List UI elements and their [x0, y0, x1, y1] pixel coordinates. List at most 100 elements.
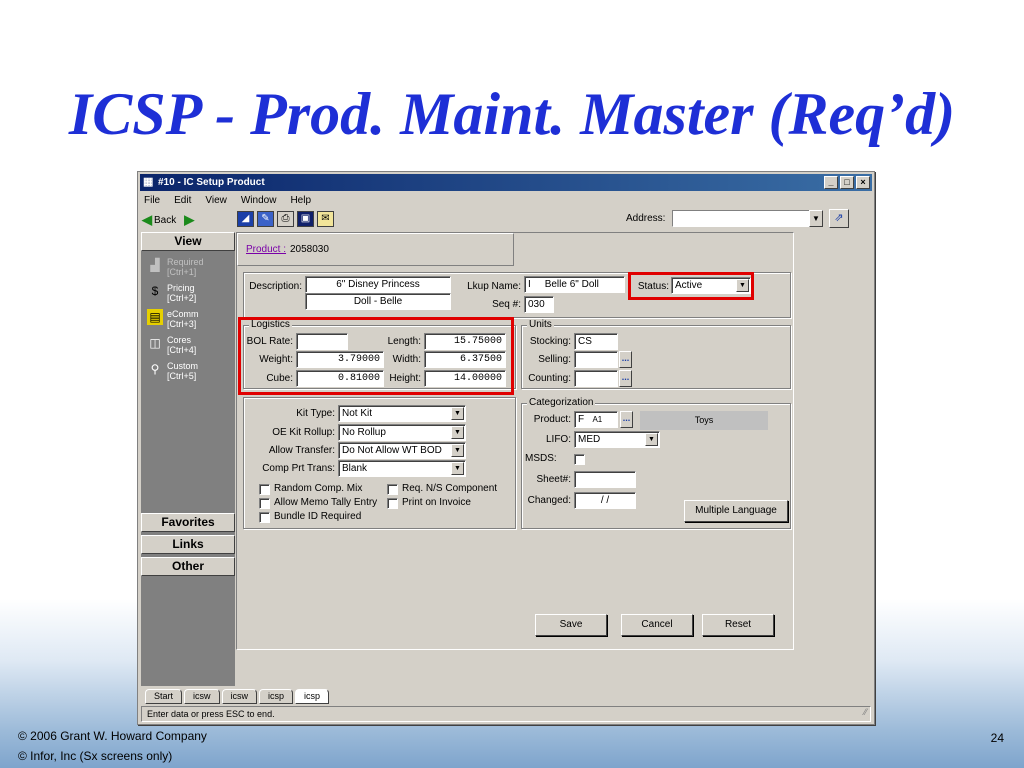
tab-favorites[interactable]: Favorites [141, 513, 235, 532]
menubar: File Edit View Window Help [142, 193, 313, 208]
allow-memo-tally-checkbox[interactable]: Allow Memo Tally Entry [259, 497, 377, 509]
product-number: 2058030 [290, 244, 329, 255]
description-line1[interactable]: 6" Disney Princess [305, 276, 451, 293]
task-tab-icsp-1[interactable]: icsp [259, 689, 294, 704]
chevron-down-icon[interactable]: ▼ [645, 433, 658, 446]
nav-item-cores[interactable]: ◫ Cores [Ctrl+4] [147, 335, 196, 355]
lookup-input[interactable]: I Belle 6" Doll [524, 276, 625, 293]
msds-checkbox[interactable] [574, 454, 585, 465]
window-title: #10 - IC Setup Product [158, 177, 265, 188]
print-on-invoice-checkbox[interactable]: Print on Invoice [387, 497, 471, 509]
print-icon[interactable]: ⎙ [277, 211, 294, 227]
selling-label: Selling: [538, 354, 571, 365]
nav-label: eComm [167, 309, 199, 319]
home-icon[interactable]: ◢ [237, 211, 254, 227]
multiple-language-button[interactable]: Multiple Language [684, 500, 788, 522]
nav-label: Cores [167, 335, 192, 345]
category-product-input[interactable]: F A1 [574, 411, 618, 428]
cancel-button[interactable]: Cancel [621, 614, 693, 636]
close-button[interactable]: × [856, 176, 870, 189]
screen-icon[interactable]: ▣ [297, 211, 314, 227]
chevron-down-icon[interactable]: ▼ [451, 462, 464, 475]
counting-input[interactable] [574, 370, 618, 387]
task-tab-start[interactable]: Start [145, 689, 183, 704]
menu-edit[interactable]: Edit [172, 193, 193, 208]
status-bar: Enter data or press ESC to end. ⁄⁄ [141, 706, 871, 722]
comp-prt-trans-label: Comp Prt Trans: [262, 463, 335, 474]
seq-input[interactable]: 030 [524, 296, 554, 313]
back-button[interactable]: ◀ Back ▶ [142, 212, 194, 228]
lookup-prefix: I [528, 279, 531, 290]
address-input[interactable] [672, 210, 810, 227]
task-tabs: Start icsw icsw icsp icsp [141, 687, 871, 704]
stocking-label: Stocking: [529, 336, 571, 347]
checkbox-box [259, 497, 270, 509]
kit-type-select[interactable]: Not Kit ▼ [338, 405, 466, 422]
checkbox-label: Print on Invoice [402, 497, 471, 508]
bundle-id-required-checkbox[interactable]: Bundle ID Required [259, 511, 361, 523]
reset-button[interactable]: Reset [702, 614, 774, 636]
custom-icon: ⚲ [150, 362, 160, 376]
categorization-legend: Categorization [527, 397, 596, 408]
product-link[interactable]: Product : [246, 244, 286, 255]
nav-item-required[interactable]: ▟ Required [Ctrl+1] [147, 257, 204, 277]
chevron-down-icon[interactable]: ▼ [451, 444, 464, 457]
lookup-label: Lkup Name: [467, 281, 521, 292]
forward-arrow-icon[interactable]: ▶ [184, 212, 194, 228]
chevron-down-icon[interactable]: ▼ [809, 210, 823, 227]
footer-copyright-2: © Infor, Inc (Sx screens only) [18, 749, 173, 763]
nav-shortcut: [Ctrl+5] [167, 371, 197, 381]
selling-input[interactable] [574, 351, 618, 368]
nav-label: Required [167, 257, 204, 267]
tab-other[interactable]: Other [141, 557, 235, 576]
window-titlebar[interactable]: ▦ #10 - IC Setup Product _ □ × [140, 174, 872, 191]
menu-file[interactable]: File [142, 193, 162, 208]
task-tab-icsw-1[interactable]: icsw [184, 689, 220, 704]
task-tab-icsp-2[interactable]: icsp [295, 689, 330, 704]
oe-kit-rollup-select[interactable]: No Rollup ▼ [338, 424, 466, 441]
nav-shortcut: [Ctrl+2] [167, 293, 197, 303]
back-arrow-icon: ◀ [142, 212, 152, 227]
nav-shortcut: [Ctrl+3] [167, 319, 197, 329]
counting-lookup-button[interactable]: ... [619, 370, 632, 387]
save-button[interactable]: Save [535, 614, 607, 636]
task-tab-icsw-2[interactable]: icsw [221, 689, 258, 704]
changed-input[interactable]: / / [574, 492, 636, 509]
stocking-input[interactable]: CS [574, 333, 618, 350]
tab-view[interactable]: View [141, 232, 235, 251]
req-ns-component-checkbox[interactable]: Req. N/S Component [387, 483, 497, 495]
tab-links[interactable]: Links [141, 535, 235, 554]
menu-window[interactable]: Window [239, 193, 279, 208]
product-header: Product : 2058030 [237, 233, 514, 266]
lifo-select[interactable]: MED ▼ [574, 431, 660, 448]
selling-lookup-button[interactable]: ... [619, 351, 632, 368]
sheet-input[interactable] [574, 471, 636, 488]
nav-item-pricing[interactable]: $ Pricing [Ctrl+2] [147, 283, 197, 303]
minimize-button[interactable]: _ [824, 176, 838, 189]
description-label: Description: [249, 281, 302, 292]
checkbox-box [259, 483, 270, 495]
maximize-button[interactable]: □ [840, 176, 854, 189]
nav-item-ecomm[interactable]: ▤ eComm [Ctrl+3] [147, 309, 199, 329]
nav-shortcut: [Ctrl+4] [167, 345, 197, 355]
nav-item-custom[interactable]: ⚲ Custom [Ctrl+5] [147, 361, 198, 381]
checkbox-box [387, 483, 398, 495]
chevron-down-icon[interactable]: ▼ [451, 407, 464, 420]
chevron-down-icon[interactable]: ▼ [451, 426, 464, 439]
go-icon[interactable]: ⇗ [829, 209, 849, 228]
checkbox-label: Random Comp. Mix [274, 483, 363, 494]
allow-transfer-select[interactable]: Do Not Allow WT BOD ▼ [338, 442, 466, 459]
status-text: Enter data or press ESC to end. [147, 709, 275, 719]
resize-grip-icon[interactable]: ⁄⁄ [864, 705, 867, 719]
memo-icon[interactable]: ✉ [317, 211, 334, 227]
comp-prt-trans-select[interactable]: Blank ▼ [338, 460, 466, 477]
random-comp-mix-checkbox[interactable]: Random Comp. Mix [259, 483, 362, 495]
pricing-icon: $ [151, 284, 159, 298]
required-icon: ▟ [150, 258, 160, 272]
notes-icon[interactable]: ✎ [257, 211, 274, 227]
menu-view[interactable]: View [203, 193, 229, 208]
category-lookup-button[interactable]: ... [620, 411, 633, 428]
menu-help[interactable]: Help [288, 193, 313, 208]
description-line2[interactable]: Doll - Belle [305, 293, 451, 310]
sheet-label: Sheet#: [536, 474, 571, 485]
